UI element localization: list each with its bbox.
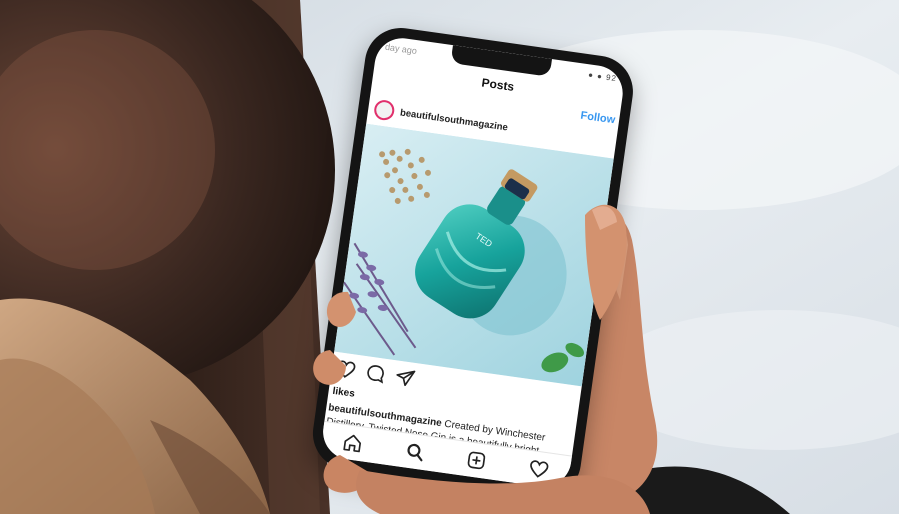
post-username[interactable]: beautifulsouthmagazine xyxy=(399,107,508,133)
search-icon[interactable] xyxy=(403,440,426,463)
home-icon[interactable] xyxy=(342,432,365,455)
avatar[interactable] xyxy=(372,98,396,122)
heart-icon[interactable] xyxy=(335,358,358,381)
activity-heart-icon[interactable] xyxy=(527,458,550,481)
post-actions xyxy=(335,358,417,389)
status-icons: ● ● 92 xyxy=(587,70,618,84)
follow-button[interactable]: Follow xyxy=(580,110,616,127)
send-icon[interactable] xyxy=(394,366,417,389)
add-post-icon[interactable] xyxy=(465,449,488,472)
status-time: day ago xyxy=(384,41,418,57)
comment-icon[interactable] xyxy=(364,362,387,385)
post-image[interactable]: TED xyxy=(334,123,614,387)
likes-count[interactable]: likes xyxy=(332,386,356,400)
photo-scene: day ago ● ● 92 Posts Follow beautifulsou… xyxy=(0,0,899,514)
gin-bottle-photo: TED xyxy=(334,123,614,387)
